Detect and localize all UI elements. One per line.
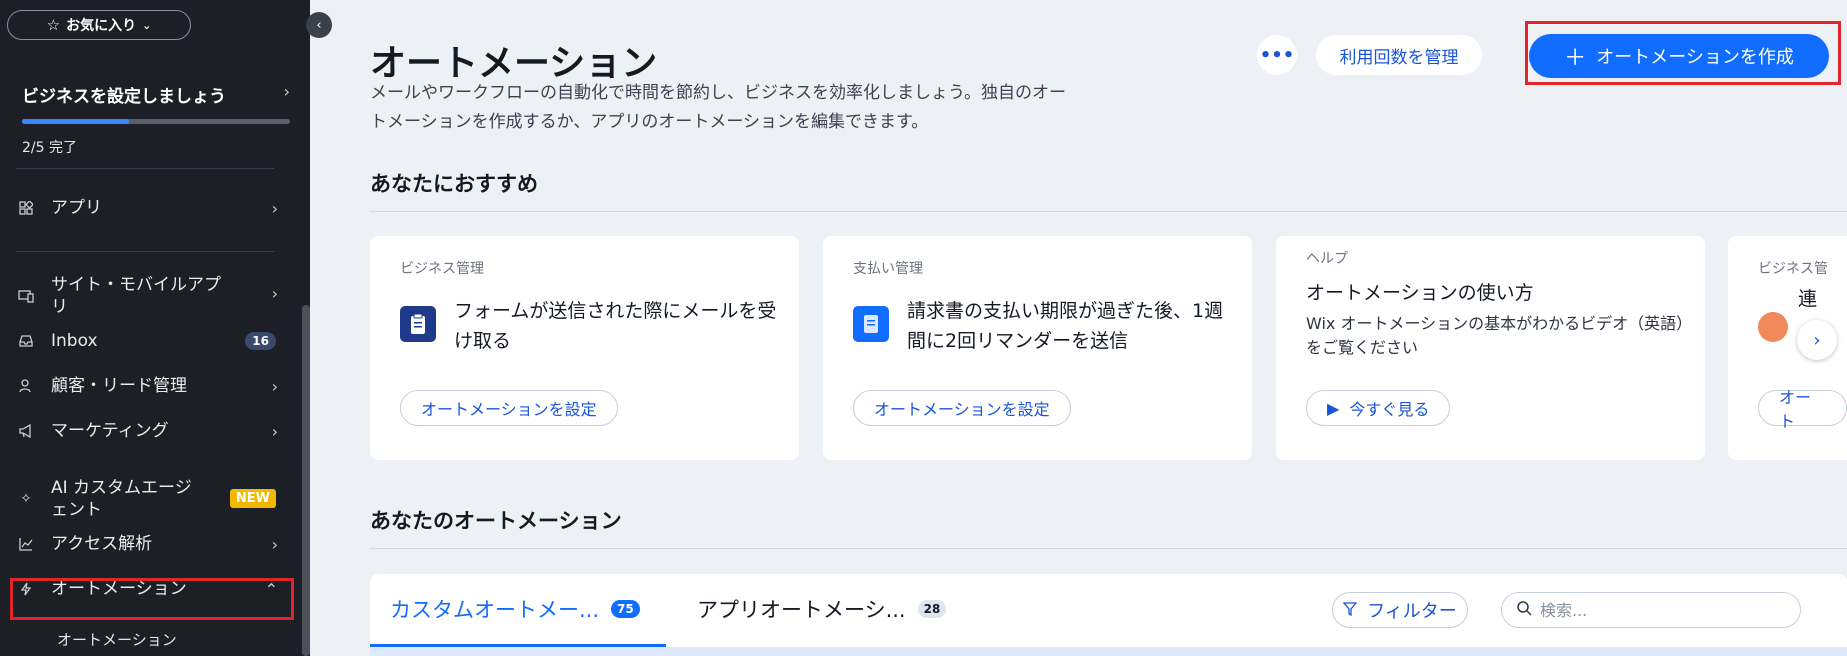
chevron-right-icon: ›: [1813, 329, 1821, 351]
filter-icon: [1342, 600, 1358, 621]
people-icon: [1758, 312, 1788, 342]
sidebar-item-label: AI カスタムエージェント: [51, 478, 192, 520]
divider: [370, 211, 1847, 212]
search-icon: [1516, 600, 1532, 620]
highlight-box: [10, 578, 294, 620]
plus-icon: ＋: [1564, 46, 1587, 71]
chevron-right-icon: ›: [271, 198, 278, 218]
recommendation-card: ビジネス管理 フォームが送信された際にメールを受け取る オートメーションを設定: [370, 236, 799, 460]
unread-count-badge: 16: [245, 332, 276, 350]
clipboard-icon: [400, 306, 436, 342]
card-title: 請求書の支払い期限が過ぎた後、1週間に2回リマンダーを送信: [907, 300, 1224, 352]
setup-progress-text: 2/5 完了: [22, 140, 77, 156]
card-category: 支払い管理: [853, 261, 923, 277]
contacts-icon: [18, 378, 34, 394]
card-category: ビジネス管: [1758, 261, 1828, 277]
sidebar-item-label: サイト・モバイルアプリ: [51, 275, 221, 317]
chevron-right-icon: ›: [271, 376, 278, 396]
chevron-down-icon: ⌄: [142, 18, 152, 32]
watch-now-label: 今すぐ見る: [1349, 400, 1430, 419]
count-badge: 28: [917, 600, 947, 618]
card-category: ヘルプ: [1306, 251, 1348, 267]
card-title: 連: [1798, 288, 1818, 310]
sidebar-item-label: マーケティング: [51, 421, 169, 441]
new-badge: NEW: [229, 489, 276, 508]
favorites-button[interactable]: ☆ お気に入り ⌄: [7, 10, 191, 40]
filter-label: フィルター: [1367, 601, 1457, 622]
setup-automation-button[interactable]: オート: [1758, 388, 1847, 431]
setup-progress-fill: [22, 119, 130, 124]
star-icon: ☆: [46, 16, 61, 34]
sidebar-item-label: アプリ: [51, 198, 102, 218]
tab-label: アプリオートメーシ...: [697, 598, 906, 622]
chevron-right-icon: ›: [271, 421, 278, 441]
watch-now-button[interactable]: ▶ 今すぐ見る: [1306, 390, 1451, 426]
sidebar: ☆ お気に入り ⌄ ビジネスを設定しましょう › 2/5 完了 アプリ › サイ…: [0, 0, 310, 656]
chevron-right-icon: ›: [271, 534, 278, 554]
divider: [16, 168, 274, 169]
automations-table: カスタムオートメー... 75 アプリオートメーシ... 28 フィルター: [370, 574, 1847, 656]
sidebar-item-ai-agents[interactable]: ✧ AI カスタムエージェント NEW: [0, 477, 290, 521]
card-category: ビジネス管理: [400, 261, 484, 277]
chevron-right-icon: ›: [271, 284, 278, 303]
divider: [370, 548, 1847, 549]
devices-icon: [18, 288, 34, 304]
divider: [16, 251, 274, 252]
tab-label: カスタムオートメー...: [390, 598, 600, 622]
create-automation-button[interactable]: ＋ オートメーションを作成: [1529, 34, 1829, 78]
chart-icon: [18, 536, 34, 552]
tab-app-automations[interactable]: アプリオートメーシ... 28: [697, 594, 947, 624]
setup-progress-bar: [22, 119, 290, 124]
chevron-right-icon: ›: [283, 82, 290, 101]
page-description: メールやワークフローの自動化で時間を節約し、ビジネスを効率化しましょう。独自のオ…: [370, 83, 1066, 132]
carousel-next-button[interactable]: ›: [1797, 320, 1837, 360]
sparkle-icon: ✧: [20, 491, 32, 507]
sidebar-item-label: Inbox: [51, 331, 98, 351]
main-content: オートメーション メールやワークフローの自動化で時間を節約し、ビジネスを効率化し…: [310, 0, 1847, 656]
setup-banner[interactable]: ビジネスを設定しましょう ›: [22, 82, 290, 107]
invoice-icon: [853, 306, 889, 342]
search-field[interactable]: [1501, 592, 1801, 628]
setup-automation-button[interactable]: オートメーションを設定: [853, 390, 1071, 426]
card-title: フォームが送信された際にメールを受け取る: [454, 300, 777, 352]
setup-automation-button[interactable]: オートメーションを設定: [400, 390, 618, 426]
sidebar-item-site-mobile[interactable]: サイト・モバイルアプリ ›: [0, 274, 290, 318]
inbox-icon: [18, 333, 34, 349]
more-actions-button[interactable]: •••: [1257, 35, 1297, 75]
sidebar-item-label: アクセス解析: [51, 534, 153, 554]
help-card: ヘルプ オートメーションの使い方 Wix オートメーションの基本がわかるビデオ（…: [1276, 236, 1705, 460]
megaphone-icon: [18, 423, 34, 439]
recommended-title: あなたにおすすめ: [370, 172, 538, 196]
manage-usage-button[interactable]: 利用回数を管理: [1316, 35, 1482, 75]
filter-button[interactable]: フィルター: [1332, 592, 1468, 628]
more-icon: •••: [1259, 44, 1295, 66]
recommendation-card: 支払い管理 請求書の支払い期限が過ぎた後、1週間に2回リマンダーを送信 オートメ…: [823, 236, 1252, 460]
count-badge: 75: [611, 600, 640, 618]
apps-icon: [18, 200, 34, 216]
sidebar-item-label: 顧客・リード管理: [51, 376, 187, 396]
favorites-label: お気に入り: [66, 18, 137, 34]
your-automations-title: あなたのオートメーション: [370, 509, 622, 533]
setup-title: ビジネスを設定しましょう: [22, 87, 226, 107]
card-description: Wix オートメーションの基本がわかるビデオ（英語）をご覧ください: [1306, 314, 1685, 357]
sidebar-scrollbar[interactable]: [302, 305, 310, 656]
card-title: オートメーションの使い方: [1306, 282, 1534, 304]
play-icon: ▶: [1327, 398, 1340, 418]
search-input[interactable]: [1540, 600, 1780, 620]
sidebar-subitem-automations[interactable]: オートメーション: [57, 629, 177, 650]
create-automation-label: オートメーションを作成: [1596, 47, 1794, 68]
table-header-row: [370, 647, 1847, 656]
tab-custom-automations[interactable]: カスタムオートメー... 75: [390, 594, 640, 624]
